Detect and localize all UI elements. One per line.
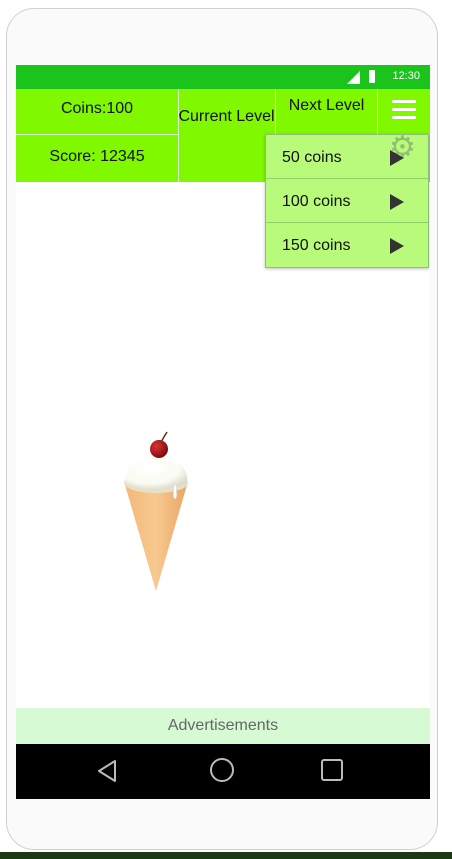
ice-cream-image[interactable] bbox=[121, 425, 191, 595]
status-time: 12:30 bbox=[392, 70, 420, 82]
coins-display: Coins:100 bbox=[60, 100, 134, 117]
coins-dropdown-menu: 50 coins ⚙ 100 coins 150 coins bbox=[265, 133, 429, 268]
menu-item-150-coins[interactable]: 150 coins bbox=[266, 223, 428, 267]
battery-icon bbox=[369, 70, 375, 83]
hamburger-menu-icon[interactable] bbox=[378, 89, 430, 129]
cream-drip bbox=[173, 484, 177, 500]
recent-apps-square-icon[interactable] bbox=[321, 759, 343, 781]
bottom-edge-strip bbox=[0, 852, 452, 859]
android-nav-bar bbox=[16, 744, 430, 799]
play-arrow-icon bbox=[390, 150, 404, 166]
current-level-label: Current Level bbox=[178, 108, 275, 125]
back-triangle-icon[interactable] bbox=[96, 758, 118, 784]
menu-item-label: 100 coins bbox=[282, 193, 351, 210]
home-circle-icon[interactable] bbox=[210, 758, 234, 782]
signal-icon bbox=[347, 71, 360, 84]
phone-screen: 12:30 Coins:100 Score: 12345 Current Lev… bbox=[16, 65, 430, 799]
menu-item-100-coins[interactable]: 100 coins bbox=[266, 179, 428, 223]
cone-shape bbox=[125, 485, 187, 591]
status-bar: 12:30 bbox=[16, 65, 430, 89]
cherry bbox=[150, 440, 168, 458]
play-arrow-icon bbox=[390, 238, 404, 254]
hud-divider bbox=[178, 89, 179, 182]
score-display: Score: 12345 bbox=[49, 148, 145, 165]
play-arrow-icon bbox=[390, 194, 404, 210]
advertisements-banner[interactable]: Advertisements bbox=[16, 708, 430, 744]
next-level-label: Next Level bbox=[288, 97, 365, 114]
menu-item-label: 50 coins bbox=[282, 149, 342, 166]
menu-item-label: 150 coins bbox=[282, 237, 351, 254]
hud-divider bbox=[16, 134, 178, 135]
cream-scoop bbox=[124, 455, 188, 489]
menu-item-50-coins[interactable]: 50 coins ⚙ bbox=[266, 133, 428, 179]
